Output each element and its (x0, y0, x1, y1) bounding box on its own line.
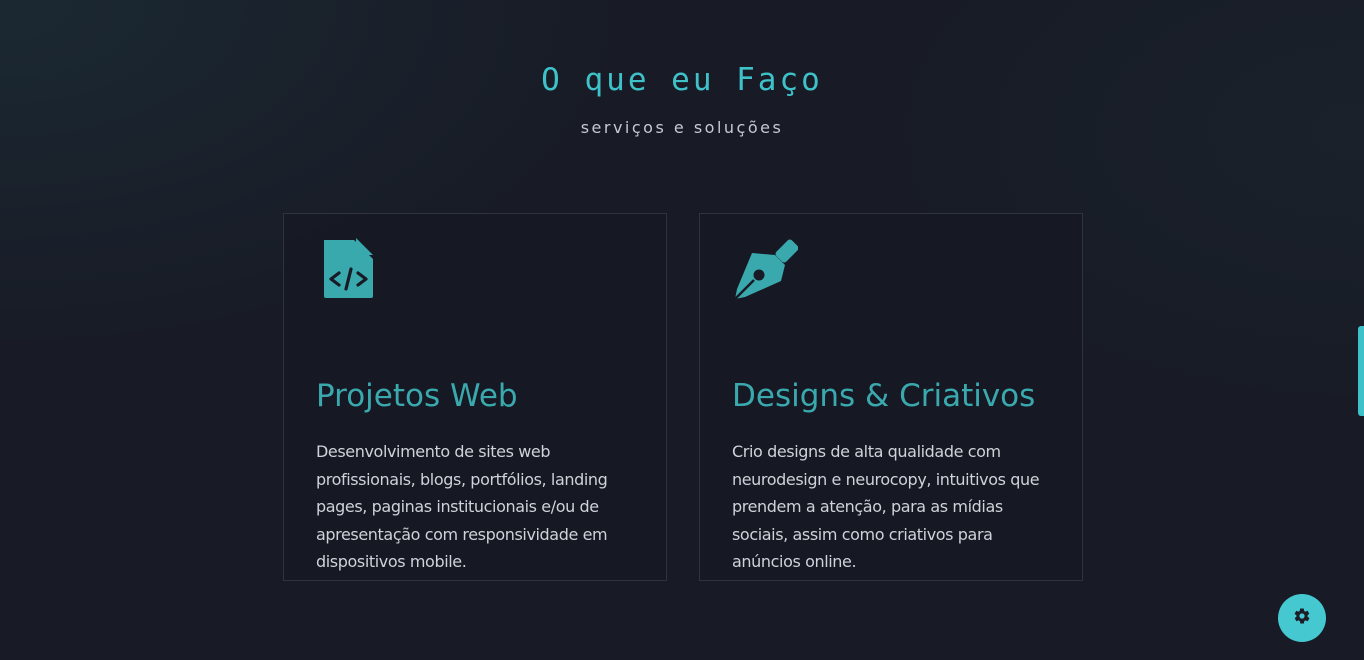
file-code-icon (316, 236, 382, 304)
service-title: Projetos Web (316, 378, 518, 414)
service-description: Desenvolvimento de sites web profissiona… (316, 442, 608, 571)
scroll-indicator[interactable] (1358, 326, 1364, 416)
service-card-web: Projetos Web Desenvolvimento de sites we… (283, 213, 667, 581)
pen-nib-icon (732, 236, 798, 304)
settings-button[interactable] (1278, 594, 1326, 642)
services-section-header: O que eu Faço serviços e soluções (0, 62, 1364, 137)
services-cards: Projetos Web Desenvolvimento de sites we… (283, 213, 1083, 581)
service-card-design: Designs & Criativos Crio designs de alta… (699, 213, 1083, 581)
gear-icon (1293, 607, 1311, 629)
section-title: O que eu Faço (541, 62, 823, 98)
section-subtitle: serviços e soluções (580, 118, 784, 137)
service-title: Designs & Criativos (732, 378, 1036, 414)
service-description: Crio designs de alta qualidade com neuro… (732, 442, 1040, 571)
